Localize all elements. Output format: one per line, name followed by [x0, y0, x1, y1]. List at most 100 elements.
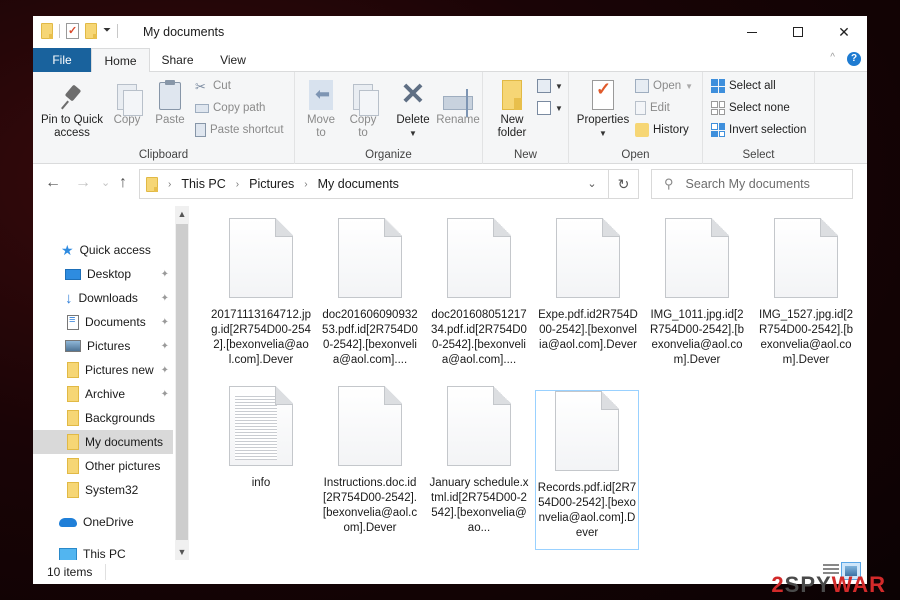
- nav-pane-scrollbar[interactable]: ▲ ▼: [175, 206, 189, 560]
- history-button[interactable]: History: [635, 120, 689, 140]
- scroll-thumb[interactable]: [176, 224, 188, 540]
- nav-label: OneDrive: [83, 515, 134, 529]
- file-item-selected[interactable]: Records.pdf.id[2R754D00-2542].[bexonveli…: [535, 390, 639, 550]
- easy-access-button[interactable]: ▼: [537, 98, 563, 118]
- breadcrumb-my-documents[interactable]: My documents: [318, 177, 399, 191]
- help-icon[interactable]: ?: [847, 52, 861, 66]
- collapse-ribbon-icon[interactable]: ^: [830, 52, 835, 63]
- select-all-button[interactable]: Select all: [711, 76, 776, 96]
- search-input[interactable]: [685, 177, 836, 191]
- nav-backgrounds[interactable]: Backgrounds: [33, 406, 173, 430]
- nav-label: Documents: [85, 315, 146, 329]
- properties-label: Properties: [576, 114, 630, 126]
- group-label: Select: [742, 149, 775, 161]
- folder-icon: [67, 434, 79, 450]
- file-item[interactable]: 20171113164712.jpg.id[2R754D00-2542].[be…: [209, 204, 313, 366]
- tab-home[interactable]: Home: [91, 48, 150, 73]
- properties-button[interactable]: Properties ▼: [575, 76, 631, 140]
- pictures-icon: [65, 340, 81, 352]
- address-bar[interactable]: › This PC › Pictures › My documents ⌄ ↻: [139, 169, 639, 199]
- properties-check-icon: [592, 80, 614, 110]
- breadcrumb-pictures[interactable]: Pictures: [249, 177, 294, 191]
- select-none-label: Select none: [729, 102, 790, 114]
- history-label: History: [653, 124, 689, 136]
- properties-icon[interactable]: [66, 23, 79, 39]
- refresh-button[interactable]: ↻: [608, 170, 638, 198]
- nav-system32[interactable]: System32: [33, 478, 173, 502]
- up-button[interactable]: ↑: [119, 174, 127, 192]
- pin-icon[interactable]: ✦: [161, 365, 169, 376]
- breadcrumb-separator: ›: [304, 178, 308, 190]
- forward-button[interactable]: →: [75, 174, 91, 192]
- file-item[interactable]: info: [209, 372, 313, 532]
- back-button[interactable]: ←: [45, 174, 61, 192]
- nav-pictures[interactable]: Pictures ✦: [33, 334, 173, 358]
- folder-icon[interactable]: [41, 23, 53, 39]
- tab-share[interactable]: Share: [150, 48, 205, 72]
- nav-desktop[interactable]: Desktop ✦: [33, 262, 173, 286]
- maximize-button[interactable]: [775, 16, 821, 48]
- file-item[interactable]: Expe.pdf.id2R754D00-2542].[bexonvelia@ao…: [536, 204, 640, 364]
- folder-icon: [67, 386, 79, 402]
- this-pc-icon: [59, 547, 77, 564]
- desktop-icon: [65, 268, 81, 280]
- window-title: My documents: [143, 25, 225, 39]
- new-item-button[interactable]: ▼: [537, 76, 563, 96]
- copy-path-button[interactable]: Copy path: [195, 98, 265, 118]
- invert-selection-label: Invert selection: [729, 124, 807, 136]
- nav-quick-access[interactable]: ★ Quick access: [33, 238, 173, 262]
- paste-button[interactable]: Paste: [151, 76, 189, 127]
- rename-button[interactable]: Rename: [435, 76, 481, 127]
- nav-my-documents[interactable]: My documents: [33, 430, 173, 454]
- nav-documents[interactable]: Documents ✦: [33, 310, 173, 334]
- edit-icon: [635, 101, 646, 115]
- organize-group: Move to Copy to ✕ Delete ▼ Rename Organi…: [295, 72, 483, 164]
- cut-button[interactable]: ✂ Cut: [195, 76, 231, 96]
- nav-pictures-new[interactable]: Pictures new ✦: [33, 358, 173, 382]
- history-icon: [635, 123, 649, 137]
- recent-locations-button[interactable]: ⌄: [101, 176, 110, 189]
- customize-toolbar-dropdown[interactable]: ⏷: [103, 26, 111, 36]
- copy-to-button[interactable]: Copy to: [345, 76, 381, 140]
- select-none-button[interactable]: Select none: [711, 98, 790, 118]
- invert-selection-button[interactable]: Invert selection: [711, 120, 806, 140]
- easy-access-icon: [537, 101, 551, 115]
- nav-other-pictures[interactable]: Other pictures: [33, 454, 173, 478]
- file-item[interactable]: IMG_1011.jpg.id[2R754D00-2542].[bexonvel…: [645, 204, 749, 366]
- chevron-down-icon: ▼: [685, 81, 694, 91]
- file-item[interactable]: Instructions.doc.id[2R754D00-2542].[bexo…: [318, 372, 422, 534]
- tab-file[interactable]: File: [33, 48, 91, 72]
- pin-icon[interactable]: ✦: [161, 389, 169, 400]
- breadcrumb-this-pc[interactable]: This PC: [181, 177, 225, 191]
- scroll-down-button[interactable]: ▼: [175, 544, 189, 560]
- copy-button[interactable]: Copy: [109, 76, 145, 127]
- pin-icon[interactable]: ✦: [161, 317, 169, 328]
- paste-shortcut-icon: [195, 123, 206, 137]
- address-dropdown-button[interactable]: ⌄: [578, 170, 606, 198]
- pin-icon[interactable]: ✦: [161, 269, 169, 280]
- delete-button[interactable]: ✕ Delete ▼: [391, 76, 435, 140]
- paste-shortcut-button[interactable]: Paste shortcut: [195, 120, 284, 140]
- file-item[interactable]: January schedule.xtml.id[2R754D00-2542].…: [427, 372, 531, 534]
- new-folder-icon[interactable]: [85, 23, 97, 39]
- pin-to-quick-access-button[interactable]: Pin to Quick access: [39, 76, 105, 140]
- file-item[interactable]: doc20160609093253.pdf.id[2R754D00-2542].…: [318, 204, 422, 366]
- nav-onedrive[interactable]: OneDrive: [33, 510, 173, 534]
- pin-icon[interactable]: ✦: [161, 341, 169, 352]
- new-folder-button[interactable]: New folder: [491, 76, 533, 140]
- nav-label: This PC: [83, 547, 126, 561]
- pin-icon[interactable]: ✦: [161, 293, 169, 304]
- nav-downloads[interactable]: ↓ Downloads ✦: [33, 286, 173, 310]
- close-button[interactable]: ✕: [821, 16, 867, 48]
- minimize-button[interactable]: [729, 16, 775, 48]
- scroll-up-button[interactable]: ▲: [175, 206, 189, 222]
- file-item[interactable]: doc20160805121734.pdf.id[2R754D00-2542].…: [427, 204, 531, 366]
- move-to-button[interactable]: Move to: [303, 76, 339, 140]
- blank-file-icon: [774, 218, 838, 298]
- open-button[interactable]: Open ▼: [635, 76, 693, 96]
- tab-view[interactable]: View: [205, 48, 261, 72]
- nav-archive[interactable]: Archive ✦: [33, 382, 173, 406]
- new-folder-icon: [502, 80, 522, 110]
- file-item[interactable]: IMG_1527.jpg.id[2R754D00-2542].[bexonvel…: [754, 204, 858, 366]
- edit-button[interactable]: Edit: [635, 98, 670, 118]
